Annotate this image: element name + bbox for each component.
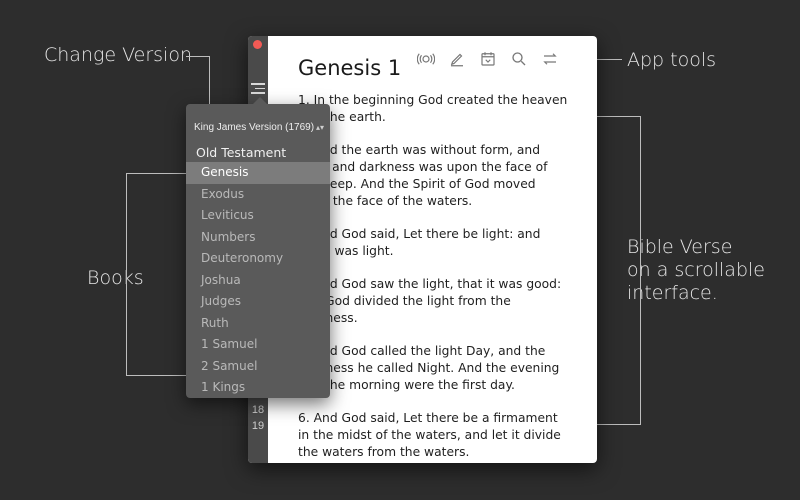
- book-item-1-kings[interactable]: 1 Kings: [186, 377, 330, 399]
- book-item-2-samuel[interactable]: 2 Samuel: [186, 356, 330, 378]
- book-item-leviticus[interactable]: Leviticus: [186, 205, 330, 227]
- version-label: King James Version (1769): [194, 121, 315, 133]
- verse[interactable]: 6. And God said, Let there be a firmamen…: [298, 410, 568, 461]
- callout-bible-verse-line: Bible Verse: [627, 236, 733, 258]
- menu-icon[interactable]: [251, 80, 265, 97]
- testament-header: Old Testament: [196, 145, 308, 163]
- callout-line: [126, 173, 186, 174]
- callout-line: [126, 375, 186, 376]
- callout-line: [186, 56, 210, 57]
- callout-app-tools: App tools: [627, 49, 717, 71]
- callout-books: Books: [87, 267, 144, 289]
- popover-arrow: [252, 97, 268, 105]
- book-item-judges[interactable]: Judges: [186, 291, 330, 313]
- verse[interactable]: 2. And the earth was without form, and v…: [298, 142, 568, 210]
- verse-number[interactable]: 19: [248, 418, 268, 434]
- callout-bible-verse-line: interface.: [627, 282, 718, 304]
- callout-bible-verse-line: on a scrollable: [627, 259, 765, 281]
- book-item-numbers[interactable]: Numbers: [186, 227, 330, 249]
- verse[interactable]: 3. And God said, Let there be light: and…: [298, 226, 568, 260]
- callout-line: [640, 116, 641, 424]
- book-item-exodus[interactable]: Exodus: [186, 184, 330, 206]
- books-popover: King James Version (1769) ▴▾ Old Testame…: [186, 97, 330, 399]
- book-item-deuteronomy[interactable]: Deuteronomy: [186, 248, 330, 270]
- book-list: Genesis Exodus Leviticus Numbers Deutero…: [186, 162, 330, 399]
- callout-bible-verse: Bible Verse on a scrollable interface.: [627, 236, 765, 305]
- reader-content[interactable]: Genesis 1 1. In the beginning God create…: [298, 56, 568, 463]
- book-item-ruth[interactable]: Ruth: [186, 313, 330, 335]
- chapter-title: Genesis 1: [298, 56, 402, 80]
- callout-line: [126, 173, 127, 375]
- close-button[interactable]: [253, 40, 262, 49]
- book-item-joshua[interactable]: Joshua: [186, 270, 330, 292]
- book-item-1-samuel[interactable]: 1 Samuel: [186, 334, 330, 356]
- verse-number[interactable]: 18: [248, 402, 268, 418]
- verse[interactable]: 1. In the beginning God created the heav…: [298, 92, 568, 126]
- version-select[interactable]: King James Version (1769) ▴▾: [194, 119, 324, 135]
- callout-change-version: Change Version: [44, 44, 192, 66]
- chevron-updown-icon: ▴▾: [315, 122, 324, 132]
- verse[interactable]: 4. And God saw the light, that it was go…: [298, 276, 568, 327]
- verse[interactable]: 5. And God called the light Day, and the…: [298, 343, 568, 394]
- book-item-genesis[interactable]: Genesis: [186, 162, 330, 184]
